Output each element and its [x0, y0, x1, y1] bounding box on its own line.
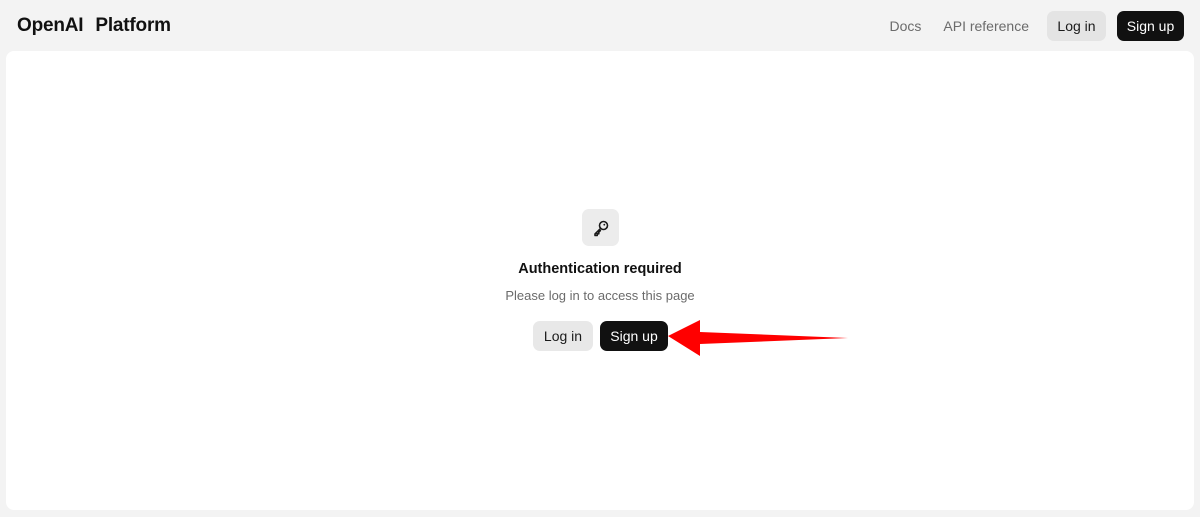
- docs-link[interactable]: Docs: [878, 12, 932, 40]
- api-reference-link[interactable]: API reference: [932, 12, 1040, 40]
- login-button[interactable]: Log in: [533, 321, 593, 351]
- key-icon: [593, 220, 608, 236]
- header-signup-button[interactable]: Sign up: [1117, 10, 1184, 41]
- brand-logo[interactable]: OpenAI Platform: [17, 15, 171, 37]
- signup-button[interactable]: Sign up: [600, 321, 668, 351]
- brand-name: OpenAI: [17, 14, 84, 36]
- auth-message: Please log in to access this page: [505, 288, 695, 303]
- header-nav: Docs API reference Log in Sign up: [878, 10, 1184, 41]
- top-header: OpenAI Platform Docs API reference Log i…: [0, 0, 1200, 51]
- auth-title: Authentication required: [518, 261, 682, 277]
- main-panel: Authentication required Please log in to…: [6, 51, 1194, 510]
- brand-product: Platform: [95, 14, 171, 36]
- key-icon-container: [582, 209, 619, 246]
- header-login-button[interactable]: Log in: [1047, 10, 1106, 41]
